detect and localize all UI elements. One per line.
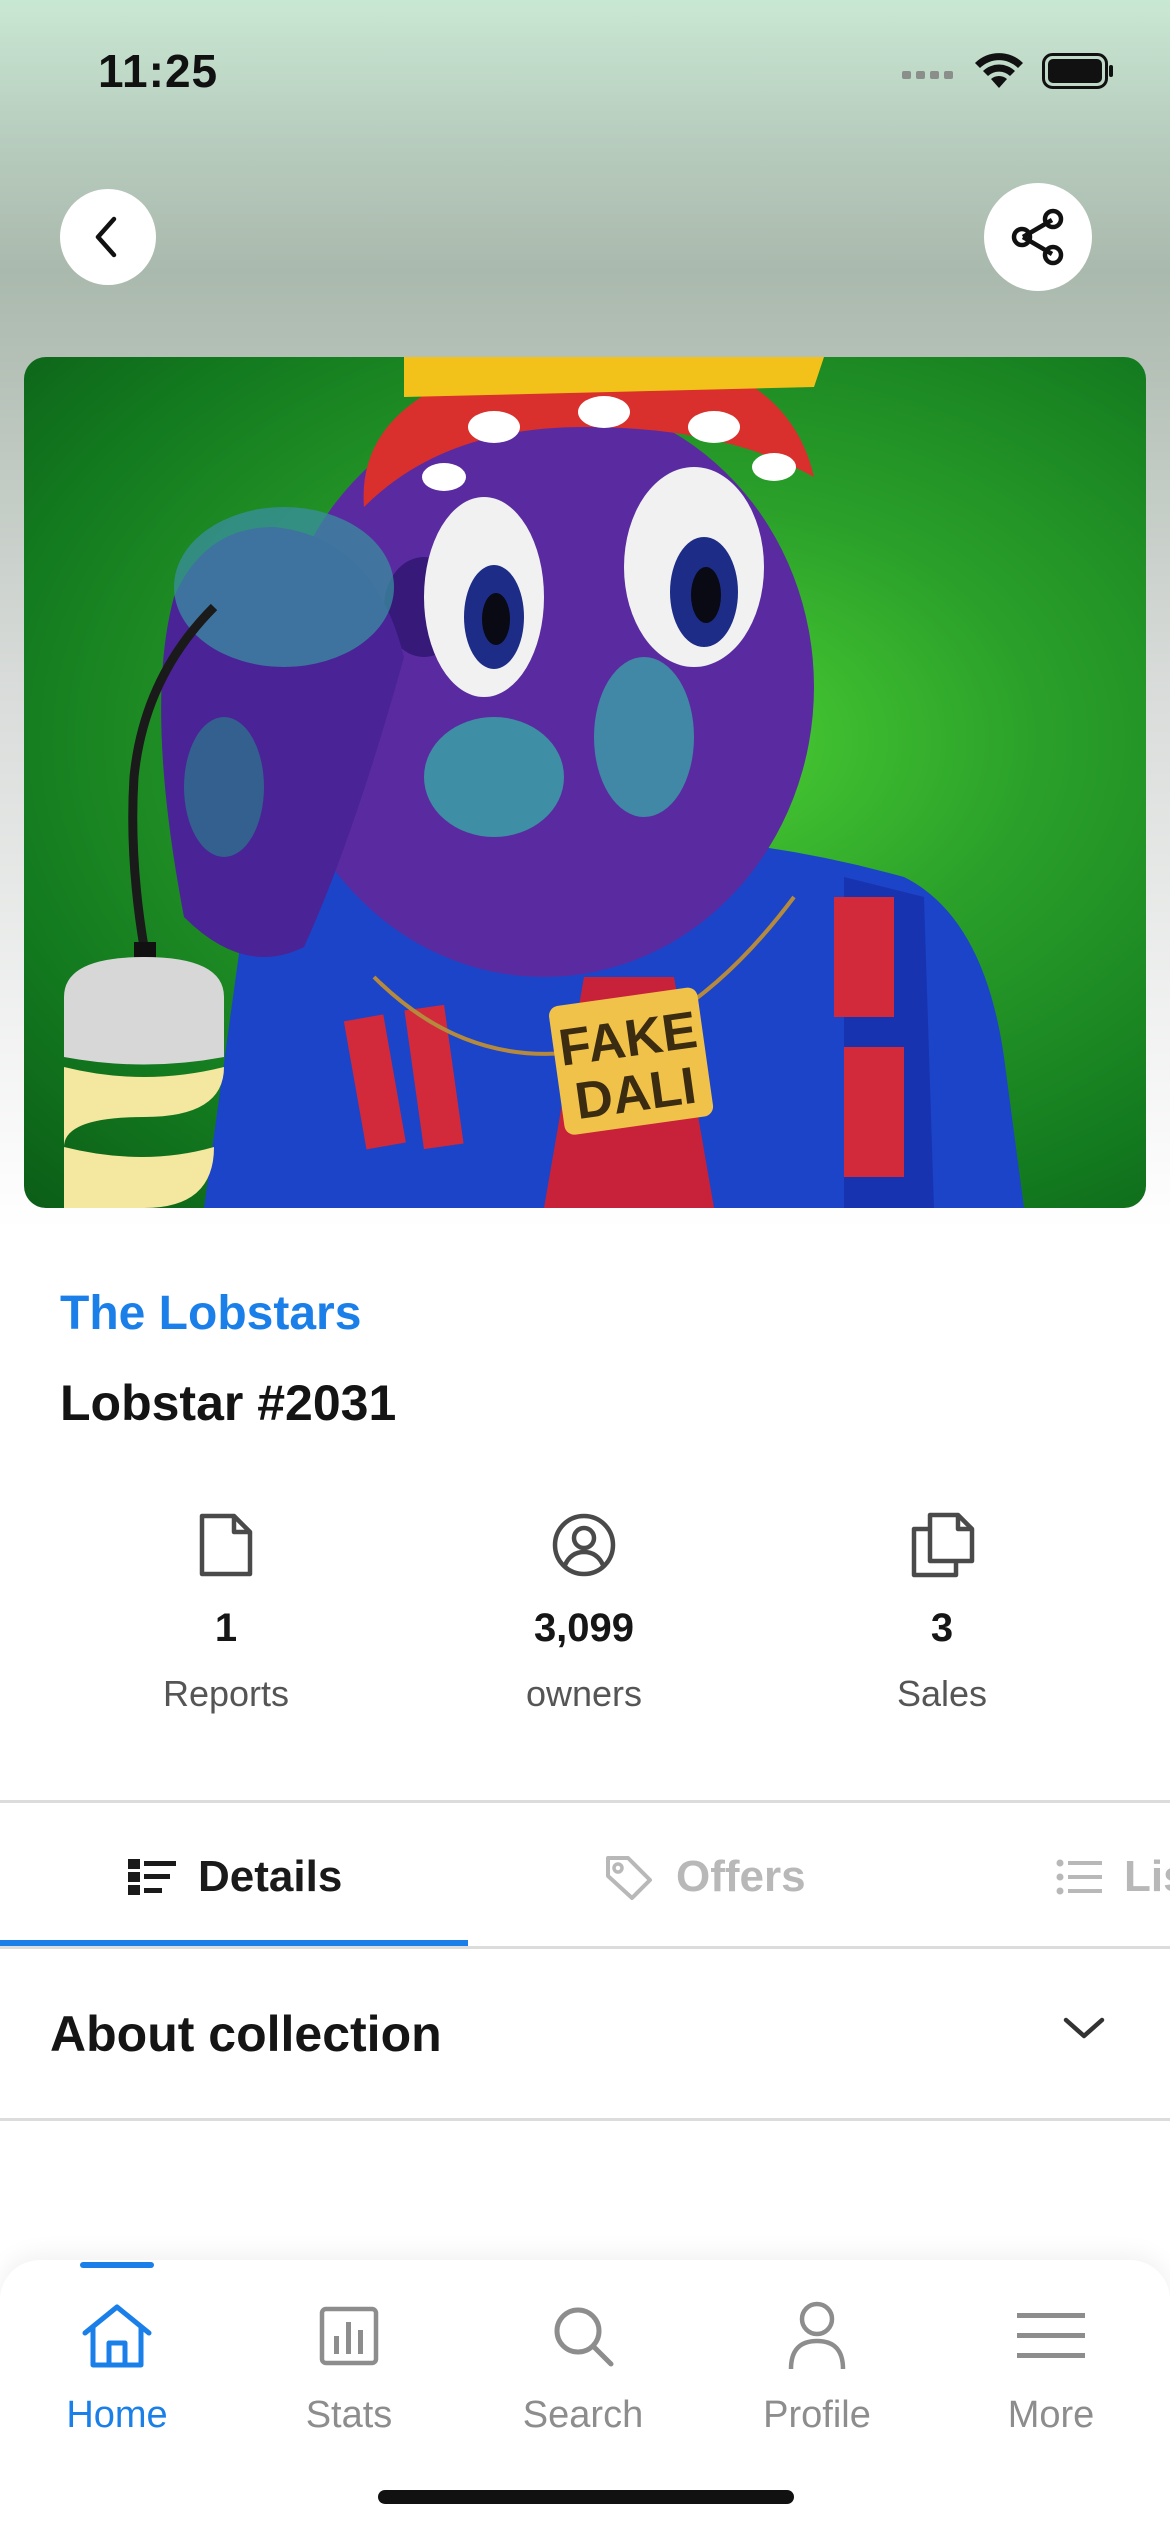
back-button[interactable] [60,189,156,285]
stat-value: 3 [930,1606,954,1650]
nav-more[interactable]: More [934,2260,1168,2460]
nav-label: Search [522,2394,644,2436]
stats-icon [309,2296,389,2376]
nft-artwork: FAKE DALI [24,357,1146,1208]
tab-label: Offers [676,1851,806,1901]
accordion-title: About collection [50,2006,442,2062]
lobstar-character-image: FAKE DALI [64,357,1024,1208]
item-title: Lobstar #2031 [60,1375,397,1431]
home-icon [77,2296,157,2376]
about-collection-accordion[interactable]: About collection [0,1950,1170,2118]
menu-icon [1011,2296,1091,2376]
nav-label: Stats [305,2394,393,2436]
status-icons [902,52,1114,90]
tag-icon [606,1855,652,1900]
divider [0,2118,1170,2121]
cellular-signal-icon [902,71,953,79]
nav-label: Home [66,2394,168,2436]
divider [0,1800,1170,1803]
details-list-icon [128,1858,176,1895]
stat-value: 1 [214,1606,238,1650]
tab-label: Details [198,1851,343,1901]
chevron-down-icon [1063,2017,1105,2039]
nav-label: More [1007,2394,1095,2436]
share-icon [1011,208,1064,266]
home-indicator [378,2490,794,2504]
stat-sales[interactable]: 3 Sales [792,1510,1092,1715]
stat-owners[interactable]: 3,099 owners [434,1510,734,1715]
share-button[interactable] [984,183,1092,291]
copy-icon [907,1510,977,1580]
nav-label: Profile [763,2394,871,2436]
stat-label: owners [525,1673,643,1714]
nav-active-indicator [80,2262,154,2268]
divider [0,1946,1170,1949]
stat-value: 3,099 [533,1606,635,1650]
user-circle-icon [549,1510,619,1580]
tab-listings[interactable]: Lis [1056,1804,1170,1949]
list-icon [1056,1859,1102,1894]
tab-bar: Details Offers Lis [0,1804,1170,1949]
document-icon [191,1510,261,1580]
search-icon [543,2296,623,2376]
nft-detail-screen: 11:25 FAKE DALI The Lobstars Lobstar #20… [0,0,1170,2532]
tab-offers[interactable]: Offers [604,1804,806,1949]
stat-label: Sales [896,1673,988,1714]
tab-label: Lis [1124,1851,1170,1901]
wifi-icon [975,53,1023,88]
stat-reports[interactable]: 1 Reports [76,1510,376,1715]
nav-stats[interactable]: Stats [232,2260,466,2460]
nav-search[interactable]: Search [466,2260,700,2460]
stat-label: Reports [162,1673,290,1714]
nav-profile[interactable]: Profile [700,2260,934,2460]
stats-row: 1 Reports 3,099 owners 3 Sales [0,1510,1170,1740]
nav-home[interactable]: Home [0,2260,234,2460]
chevron-left-icon [95,216,117,258]
status-time: 11:25 [98,45,219,97]
status-bar: 11:25 [0,0,1170,150]
collection-link[interactable]: The Lobstars [60,1286,361,1341]
battery-icon [1042,53,1113,89]
tab-details[interactable]: Details [128,1804,342,1949]
profile-icon [777,2296,857,2376]
